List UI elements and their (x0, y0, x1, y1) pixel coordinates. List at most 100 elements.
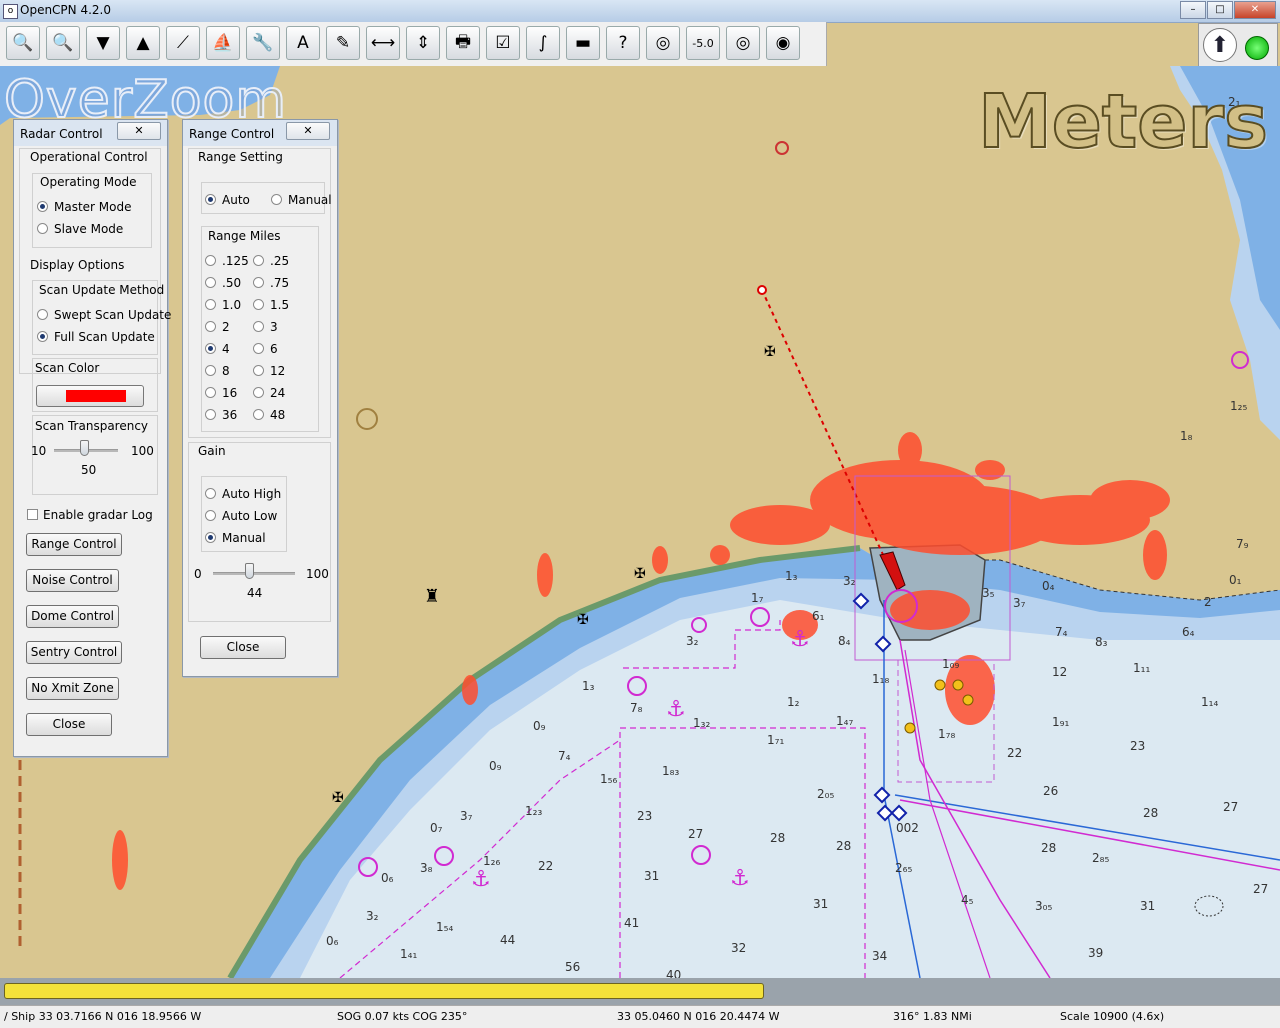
dome-control-button[interactable]: Dome Control (26, 605, 119, 628)
gain-slider[interactable] (213, 572, 295, 575)
transparency-slider-thumb[interactable] (80, 440, 89, 456)
sog-cog: SOG 0.07 kts COG 235° (337, 1010, 468, 1023)
svg-text:1₂₆: 1₂₆ (483, 854, 500, 868)
svg-text:40: 40 (666, 968, 681, 978)
gain-auto-low-radio[interactable]: Auto Low (205, 509, 277, 523)
radar-close-button[interactable]: Close (26, 713, 112, 736)
tide-icon[interactable]: -5.0 (686, 26, 720, 60)
scale-up-icon[interactable]: ▲ (126, 26, 160, 60)
gain-max-label: 100 (306, 567, 329, 581)
range-option-p75[interactable]: .75 (253, 276, 289, 290)
current-icon[interactable]: ⇕ (406, 26, 440, 60)
range-option-3[interactable]: 3 (253, 320, 278, 334)
church-icon-3: ✠ (577, 612, 589, 628)
noise-control-button[interactable]: Noise Control (26, 569, 119, 592)
svg-text:31: 31 (644, 869, 659, 883)
cursor-position: 33 05.0460 N 016 20.4474 W (617, 1010, 780, 1023)
svg-text:1₃₂: 1₃₂ (693, 716, 710, 730)
route-manager-icon[interactable]: ☑ (486, 26, 520, 60)
north-up-compass-icon[interactable]: ⬆ (1203, 28, 1237, 62)
track-icon[interactable]: ∫ (526, 26, 560, 60)
svg-text:8₃: 8₃ (1095, 635, 1108, 649)
gain-manual-radio[interactable]: Manual (205, 531, 266, 545)
svg-text:26: 26 (1043, 784, 1058, 798)
range-option-16[interactable]: 16 (205, 386, 237, 400)
auto-follow-icon[interactable]: ⛵ (206, 26, 240, 60)
gain-auto-high-radio[interactable]: Auto High (205, 487, 281, 501)
main-toolbar: 🔍 🔍 ▼ ▲ ⟋ ⛵ 🔧 A ✎ ⟷ ⇕ 🖶 ☑ ∫ ▬? ◎ -5.0 ◎ ◉ (0, 22, 827, 67)
swept-scan-radio[interactable]: Swept Scan Update (37, 308, 171, 322)
range-control-close-x[interactable]: ✕ (286, 122, 330, 140)
range-option-p25[interactable]: .25 (253, 254, 289, 268)
range-option-4[interactable]: 4 (205, 342, 230, 356)
print-icon[interactable]: 🖶 (446, 26, 480, 60)
svg-text:1₂₅: 1₂₅ (1230, 399, 1247, 413)
route-icon[interactable]: ⟋ (166, 26, 200, 60)
minimize-button[interactable]: – (1180, 1, 1206, 19)
grib-icon[interactable]: ◎ (646, 26, 680, 60)
svg-text:0₇: 0₇ (430, 821, 443, 835)
sentry-control-button[interactable]: Sentry Control (26, 641, 122, 664)
maximize-button[interactable]: □ (1207, 1, 1233, 19)
scale-down-icon[interactable]: ▼ (86, 26, 120, 60)
range-control-button[interactable]: Range Control (26, 533, 122, 556)
enable-log-checkbox[interactable]: Enable gradar Log (27, 508, 153, 522)
scan-update-method-label: Scan Update Method (39, 283, 165, 297)
svg-text:1₈₃: 1₈₃ (662, 764, 679, 778)
color-scheme-icon[interactable]: ▬ (566, 26, 600, 60)
mark-icon[interactable]: ✎ (326, 26, 360, 60)
svg-text:3₂: 3₂ (686, 634, 699, 648)
range-close-button[interactable]: Close (200, 636, 286, 659)
church-icon: ✠ (764, 344, 776, 360)
range-option-p50[interactable]: .50 (205, 276, 241, 290)
svg-text:0₄: 0₄ (1042, 579, 1055, 593)
range-manual-radio[interactable]: Manual (271, 193, 332, 207)
gain-label: Gain (198, 444, 226, 458)
range-option-1p0[interactable]: 1.0 (205, 298, 241, 312)
range-option-p125[interactable]: .125 (205, 254, 249, 268)
radar-icon[interactable]: ◎ (726, 26, 760, 60)
range-option-2[interactable]: 2 (205, 320, 230, 334)
svg-text:1₂₃: 1₂₃ (525, 804, 542, 818)
svg-text:1₁₄: 1₁₄ (1201, 695, 1218, 709)
svg-text:0₆: 0₆ (381, 871, 394, 885)
range-option-1p5[interactable]: 1.5 (253, 298, 289, 312)
range-option-6[interactable]: 6 (253, 342, 278, 356)
svg-text:1₄₇: 1₄₇ (836, 714, 853, 728)
range-auto-radio[interactable]: Auto (205, 193, 250, 207)
master-mode-radio[interactable]: Master Mode (37, 200, 132, 214)
range-control-dialog: Range Control ✕ Range Setting Auto Manua… (182, 119, 338, 677)
svg-text:56: 56 (565, 960, 580, 974)
range-option-12[interactable]: 12 (253, 364, 285, 378)
range-option-48[interactable]: 48 (253, 408, 285, 422)
radar-control-close-x[interactable]: ✕ (117, 122, 161, 140)
slave-mode-radio[interactable]: Slave Mode (37, 222, 123, 236)
toggle-ais-icon[interactable]: ⟷ (366, 26, 400, 60)
svg-text:0₆: 0₆ (326, 934, 339, 948)
svg-text:27: 27 (688, 827, 703, 841)
no-xmit-zone-button[interactable]: No Xmit Zone (26, 677, 119, 700)
svg-text:27: 27 (1253, 882, 1268, 896)
help-icon[interactable]: ? (606, 26, 640, 60)
close-window-button[interactable]: ✕ (1234, 1, 1276, 19)
svg-text:27: 27 (1223, 800, 1238, 814)
svg-text:22: 22 (1007, 746, 1022, 760)
gain-min-label: 0 (194, 567, 202, 581)
scan-color-button[interactable] (36, 385, 144, 407)
range-control-title: Range Control (189, 127, 275, 141)
zoom-in-icon[interactable]: 🔍 (6, 26, 40, 60)
range-option-36[interactable]: 36 (205, 408, 237, 422)
options-icon[interactable]: 🔧 (246, 26, 280, 60)
svg-text:7₈: 7₈ (630, 701, 643, 715)
mob-icon[interactable]: ◉ (766, 26, 800, 60)
zoom-out-icon[interactable]: 🔍 (46, 26, 80, 60)
full-scan-radio[interactable]: Full Scan Update (37, 330, 155, 344)
gain-slider-thumb[interactable] (245, 563, 254, 579)
range-option-24[interactable]: 24 (253, 386, 285, 400)
svg-text:8₄: 8₄ (838, 634, 851, 648)
window-controls: – □ ✕ (1180, 1, 1276, 19)
scan-transparency-label: Scan Transparency (35, 419, 149, 433)
text-icon[interactable]: A (286, 26, 320, 60)
range-option-8[interactable]: 8 (205, 364, 230, 378)
svg-text:22: 22 (538, 859, 553, 873)
